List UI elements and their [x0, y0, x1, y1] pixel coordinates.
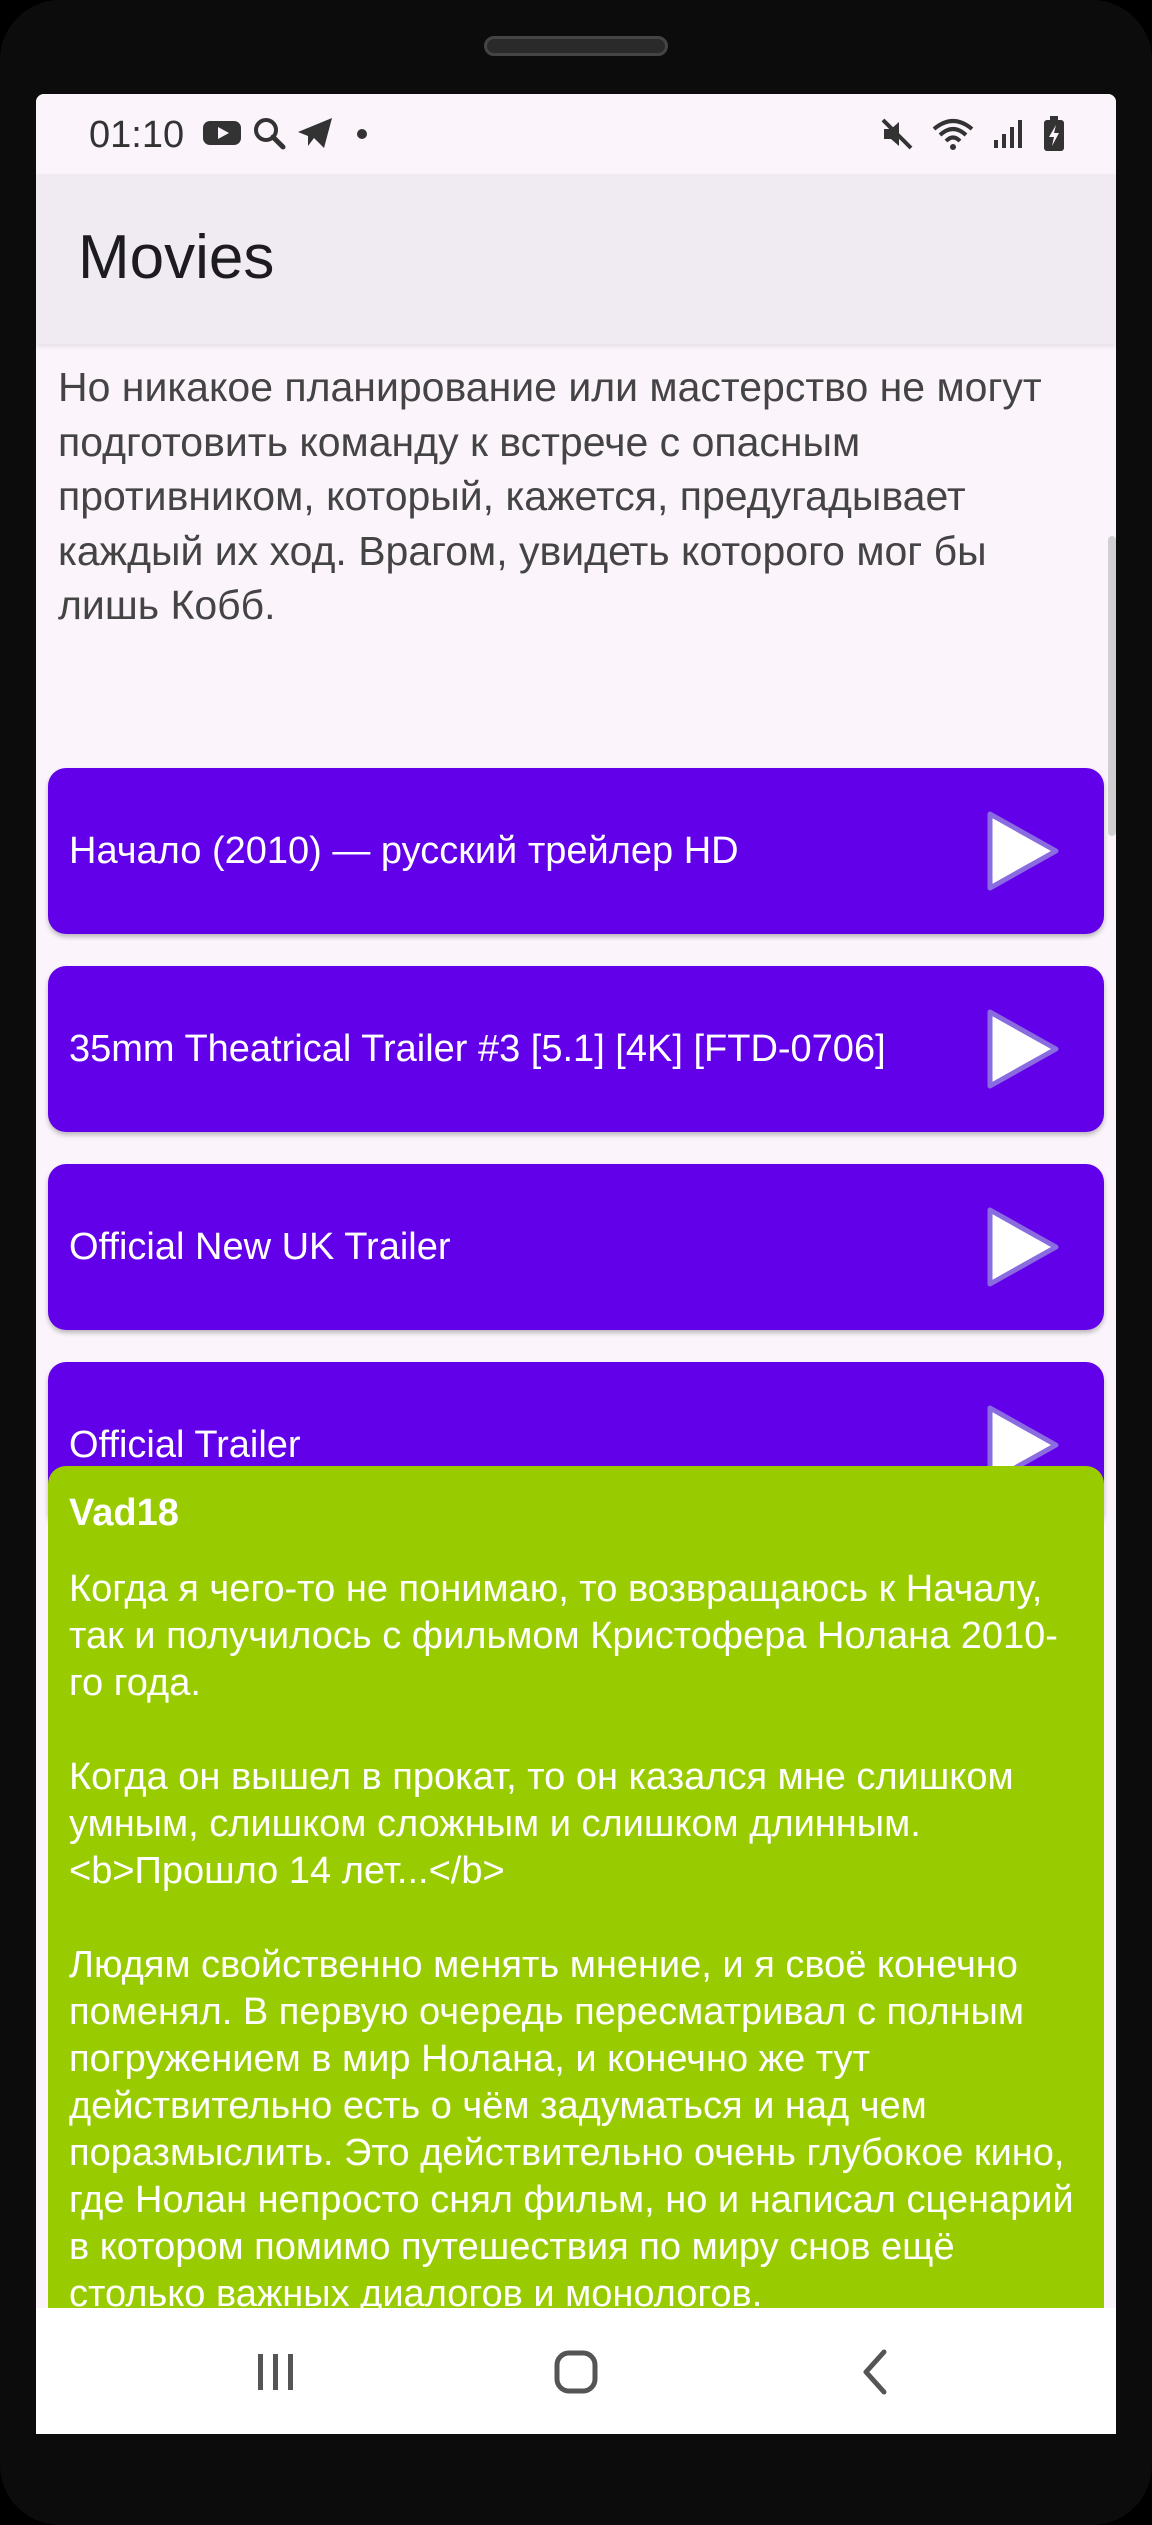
youtube-icon: [202, 118, 242, 153]
back-icon[interactable]: [848, 2344, 904, 2400]
navigation-bar: [36, 2308, 1116, 2434]
status-bar: 01:10: [36, 94, 1116, 174]
status-icons-left: [202, 116, 368, 155]
app-bar: Movies: [36, 174, 1116, 344]
telegram-icon: [296, 116, 334, 155]
home-icon[interactable]: [548, 2344, 604, 2400]
screen: 01:10 Movies Но никакое планирование или…: [36, 94, 1116, 2434]
battery-icon: [1042, 116, 1066, 157]
trailer-label: Official New UK Trailer: [69, 1226, 451, 1268]
dot-icon: [356, 127, 368, 145]
phone-frame: 01:10 Movies Но никакое планирование или…: [0, 0, 1152, 2525]
trailer-button-1[interactable]: Начало (2010) — русский трейлер HD: [48, 768, 1104, 934]
trailer-label: Начало (2010) — русский трейлер HD: [69, 830, 739, 872]
status-time: 01:10: [89, 114, 185, 156]
trailer-label: 35mm Theatrical Trailer #3 [5.1] [4K] [F…: [69, 1028, 886, 1070]
status-icons-right: [880, 116, 1066, 157]
review-card: Vad18 Когда я чего-то не понимаю, то воз…: [48, 1466, 1104, 2308]
speaker-grille: [484, 36, 668, 56]
app-title: Movies: [78, 223, 275, 292]
content-scroll-area[interactable]: Но никакое планирование или мастерство н…: [36, 344, 1116, 2308]
movie-description: Но никакое планирование или мастерство н…: [58, 364, 1042, 628]
play-icon: [987, 811, 1059, 891]
trailer-button-3[interactable]: Official New UK Trailer: [48, 1164, 1104, 1330]
review-author: Vad18: [69, 1492, 179, 1534]
mute-icon: [880, 117, 914, 156]
play-icon: [987, 1009, 1059, 1089]
recents-icon[interactable]: [248, 2344, 304, 2400]
search-icon: [252, 116, 286, 155]
review-text: Когда я чего-то не понимаю, то возвращаю…: [69, 1568, 1074, 2308]
play-icon: [987, 1207, 1059, 1287]
scrollbar[interactable]: [1108, 536, 1116, 836]
trailer-button-2[interactable]: 35mm Theatrical Trailer #3 [5.1] [4K] [F…: [48, 966, 1104, 1132]
signal-icon: [992, 118, 1024, 155]
wifi-icon: [932, 117, 974, 156]
